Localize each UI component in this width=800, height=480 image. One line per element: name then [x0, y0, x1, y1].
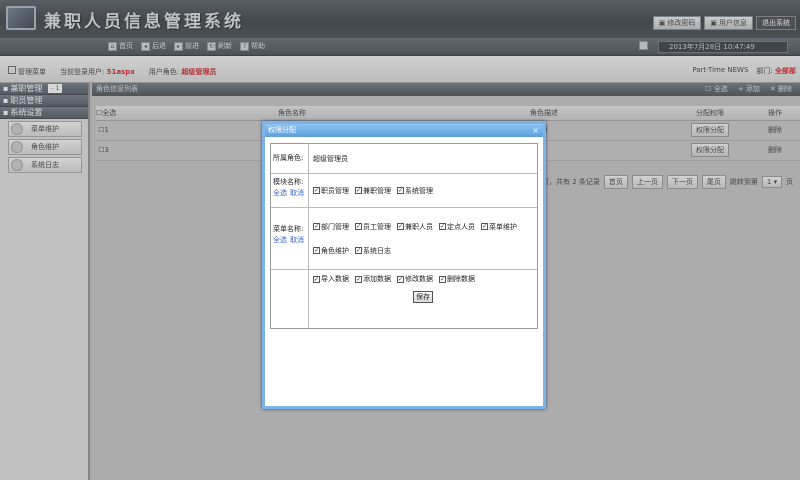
module-select-all-link[interactable]: 全选: [273, 188, 287, 198]
save-button[interactable]: 保存: [413, 291, 433, 303]
perm-list: ✓ 导入数据 ✓ 添加数据 ✓ 修改数据 ✓ 删除数据 保存: [309, 270, 537, 328]
menu-checkbox[interactable]: ✓ 菜单维护: [481, 222, 517, 232]
permission-form: 所属角色: 超级管理员 模块名称: 全选 取消 ✓ 职员管理 ✓ 兼职管理 ✓ 系统管理 …: [270, 143, 538, 329]
menu-list: ✓ 部门管理 ✓ 员工管理 ✓ 兼职人员 ✓ 定点人员 ✓ 菜单维护 ✓ 角色维护 ✓ 系统日…: [309, 208, 537, 269]
perm-checkbox[interactable]: ✓ 导入数据: [313, 274, 349, 284]
module-list: ✓ 职员管理 ✓ 兼职管理 ✓ 系统管理: [309, 174, 537, 207]
perm-checkbox[interactable]: ✓ 修改数据: [397, 274, 433, 284]
module-checkbox[interactable]: ✓ 兼职管理: [355, 186, 391, 196]
menu-checkbox[interactable]: ✓ 角色维护: [313, 246, 349, 256]
menu-checkbox[interactable]: ✓ 部门管理: [313, 222, 349, 232]
module-cancel-link[interactable]: 取消: [290, 188, 304, 198]
perm-checkbox[interactable]: ✓ 添加数据: [355, 274, 391, 284]
perm-checkbox[interactable]: ✓ 删除数据: [439, 274, 475, 284]
role-label: 所属角色:: [271, 144, 309, 173]
menu-select-all-link[interactable]: 全选: [273, 235, 287, 245]
menu-checkbox[interactable]: ✓ 系统日志: [355, 246, 391, 256]
module-label: 模块名称:: [273, 178, 304, 186]
role-value: 超级管理员: [313, 154, 348, 163]
menu-label: 菜单名称:: [273, 225, 304, 233]
menu-checkbox[interactable]: ✓ 定点人员: [439, 222, 475, 232]
module-checkbox[interactable]: ✓ 系统管理: [397, 186, 433, 196]
menu-checkbox[interactable]: ✓ 员工管理: [355, 222, 391, 232]
permission-dialog: 权限分配 × 所属角色: 超级管理员 模块名称: 全选 取消 ✓ 职员管理 ✓ 兼职管理…: [262, 121, 546, 409]
module-checkbox[interactable]: ✓ 职员管理: [313, 186, 349, 196]
close-icon[interactable]: ×: [532, 124, 539, 137]
dialog-title: 权限分配 ×: [265, 124, 543, 137]
menu-checkbox[interactable]: ✓ 兼职人员: [397, 222, 433, 232]
menu-cancel-link[interactable]: 取消: [290, 235, 304, 245]
